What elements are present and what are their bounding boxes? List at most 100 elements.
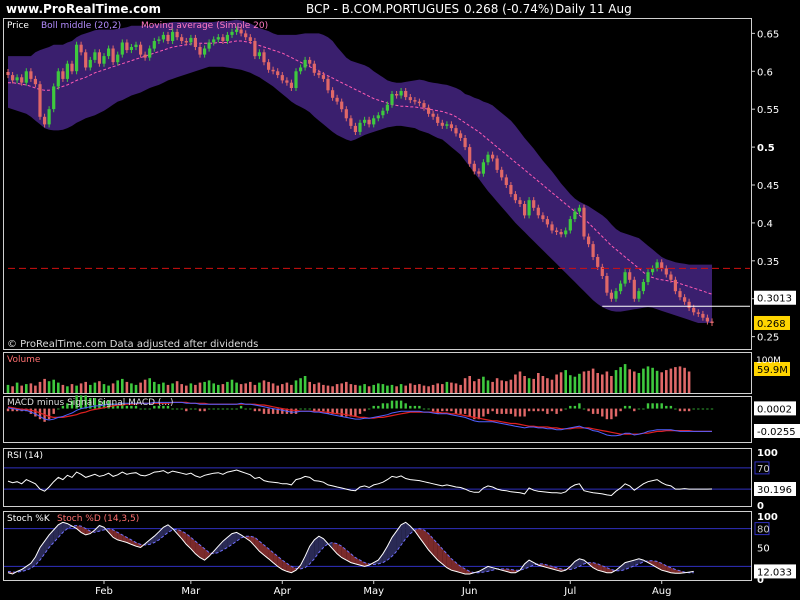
rsi-plot <box>4 467 751 497</box>
candle-body <box>43 116 47 125</box>
macd-histogram-bar <box>198 408 202 412</box>
candle-body <box>596 257 600 267</box>
volume-bar <box>258 382 261 393</box>
macd-histogram-bar <box>363 408 366 412</box>
macd-histogram-bar <box>34 408 37 417</box>
volume-bar <box>20 385 23 393</box>
macd-histogram-bar <box>527 408 531 412</box>
macd-histogram-bar <box>322 408 325 412</box>
volume-bar <box>582 371 586 393</box>
rsi-tick-label: 0 <box>757 501 764 512</box>
volume-bar <box>294 380 298 393</box>
price-tick-label: 0.35 <box>757 257 779 268</box>
candle-body <box>52 86 56 110</box>
macd-histogram-bar <box>436 408 439 414</box>
volume-bar <box>111 383 115 393</box>
stoch-fill <box>419 528 424 544</box>
volume-bar <box>477 378 481 393</box>
macd-histogram-bar <box>459 408 462 414</box>
candle-body <box>491 154 495 159</box>
volume-bar <box>107 385 110 393</box>
stoch-fill <box>451 558 456 572</box>
candle-body <box>372 118 376 125</box>
volume-bar <box>194 384 197 393</box>
candle-body <box>468 147 472 164</box>
candle-body <box>29 71 33 79</box>
candle-body <box>710 321 714 323</box>
candle-body <box>244 33 248 38</box>
price-tick-label: 0.65 <box>757 29 779 40</box>
volume-bar <box>427 386 430 393</box>
volume-bar <box>509 379 513 393</box>
volume-bar <box>143 379 147 393</box>
candle-body <box>527 200 531 216</box>
volume-bar <box>541 376 545 393</box>
candle-body <box>651 268 655 273</box>
volume-bar <box>550 379 554 393</box>
candle-body <box>198 47 202 55</box>
candle-body <box>367 119 371 125</box>
candle-body <box>504 177 508 185</box>
volume-bar <box>377 383 380 393</box>
volume-bar <box>125 381 129 393</box>
month-label: Aug <box>652 586 672 597</box>
macd-histogram-bar <box>413 405 417 409</box>
volume-title: Volume <box>7 355 41 365</box>
candle-body <box>335 97 339 102</box>
price-value-label-1: 0.268 <box>757 319 786 330</box>
macd-histogram-bar <box>57 408 60 410</box>
volume-bar <box>153 381 156 393</box>
volume-bar <box>473 381 476 393</box>
candle-body <box>88 59 92 68</box>
volume-bar <box>569 375 572 393</box>
candle-body <box>683 297 687 302</box>
candle-body <box>11 75 15 81</box>
volume-bar <box>495 378 499 393</box>
candle-body <box>70 63 74 72</box>
volume-bar <box>367 386 371 393</box>
volume-bar <box>239 384 243 393</box>
volume-bar <box>665 370 668 393</box>
volume-bar <box>171 383 174 393</box>
macd-histogram-bar <box>532 408 535 412</box>
macd-histogram-bar <box>47 408 51 420</box>
macd-histogram-bar <box>569 405 572 409</box>
macd-histogram-bar <box>235 408 238 410</box>
candle-body <box>56 71 60 87</box>
candle-body <box>207 42 211 49</box>
candle-body <box>139 44 143 55</box>
volume-bar <box>454 383 458 393</box>
candle-body <box>395 94 399 96</box>
macd-histogram-bar <box>701 408 705 410</box>
volume-bar <box>281 384 284 393</box>
volume-bar <box>386 385 389 393</box>
rsi-tick-label: 100 <box>757 448 778 459</box>
volume-bar <box>130 383 133 393</box>
macd-histogram-bar <box>463 408 467 414</box>
volume-bar <box>317 382 321 393</box>
site-name[interactable]: www.ProRealTime.com <box>6 2 161 16</box>
candle-body <box>317 72 321 76</box>
candle-body <box>646 272 650 283</box>
macd-histogram-bar <box>427 408 430 410</box>
candle-body <box>294 71 298 88</box>
volume-bar <box>116 380 119 393</box>
volume-bar <box>610 376 613 393</box>
candle-body <box>93 52 97 60</box>
rsi-line <box>7 469 713 497</box>
volume-bar <box>390 384 394 393</box>
candle-body <box>381 110 385 116</box>
candle-body <box>573 211 577 220</box>
macd-histogram-bar <box>367 408 371 410</box>
candle-body <box>33 78 37 85</box>
rsi-panel[interactable] <box>3 448 752 507</box>
macd-histogram-bar <box>454 408 458 414</box>
macd-histogram-bar <box>326 408 330 414</box>
macd-histogram-bar <box>185 408 188 412</box>
macd-histogram-bar <box>271 408 275 414</box>
candle-body <box>463 138 467 148</box>
candle-body <box>75 44 79 72</box>
candle-body <box>20 77 24 83</box>
candle-body <box>541 215 545 220</box>
volume-bar <box>93 382 97 393</box>
